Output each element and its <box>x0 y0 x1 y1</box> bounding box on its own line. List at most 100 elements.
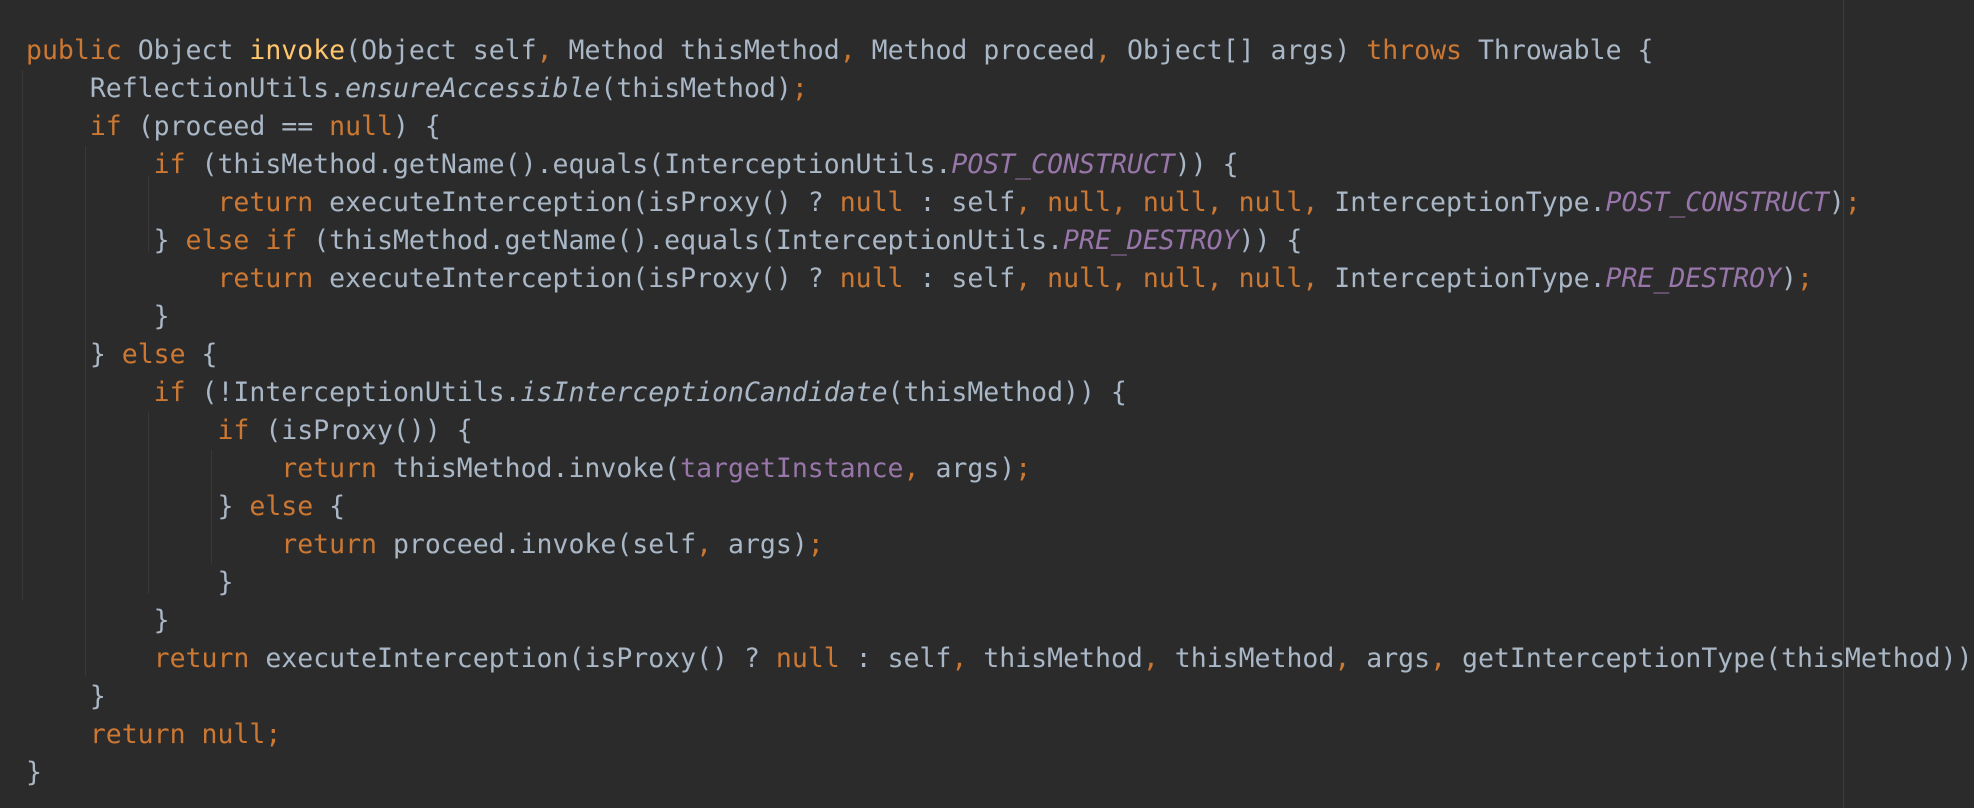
code-token: throws <box>1366 35 1478 66</box>
code-token: , <box>696 529 729 560</box>
code-token: Object[] args) <box>1126 35 1367 66</box>
code-token: )) { <box>1174 149 1239 180</box>
code-token: if <box>26 149 202 180</box>
code-token: Method thisMethod <box>568 35 840 66</box>
code-token: thisMethod <box>983 643 1143 674</box>
code-line[interactable]: } <box>26 298 1974 336</box>
code-token: : self <box>855 643 952 674</box>
code-token: } <box>26 681 106 712</box>
code-token: getInterceptionType(thisMethod)) <box>1462 643 1973 674</box>
code-token: } <box>26 567 234 598</box>
code-token: else <box>249 491 330 522</box>
code-token: isInterceptionCandidate <box>520 377 888 408</box>
code-line[interactable]: } else { <box>26 336 1974 374</box>
code-token: } <box>26 339 122 370</box>
code-token: executeInterception(isProxy() ? <box>265 643 776 674</box>
code-line[interactable]: return proceed.invoke(self, args); <box>26 526 1974 564</box>
code-token: (thisMethod.getName().equals(Interceptio… <box>201 149 952 180</box>
code-area[interactable]: public Object invoke(Object self, Method… <box>26 32 1974 792</box>
code-token: } <box>26 491 250 522</box>
code-token: ) <box>1781 263 1797 294</box>
code-token: } <box>26 757 42 788</box>
code-token: POST_CONSTRUCT <box>1605 187 1829 218</box>
code-line[interactable]: if (proceed == null) { <box>26 108 1974 146</box>
code-line[interactable]: } else if (thisMethod.getName().equals(I… <box>26 222 1974 260</box>
code-token: Object <box>137 35 250 66</box>
code-token: ) <box>1828 187 1845 218</box>
code-line[interactable]: if (thisMethod.getName().equals(Intercep… <box>26 146 1974 184</box>
code-token: return <box>26 187 330 218</box>
code-line[interactable]: } <box>26 678 1974 716</box>
code-token: ensureAccessible <box>345 73 601 104</box>
code-token: , <box>1142 643 1175 674</box>
code-token: thisMethod <box>1174 643 1335 674</box>
code-line[interactable]: return executeInterception(isProxy() ? n… <box>26 184 1974 222</box>
code-token: (proceed == <box>137 111 330 142</box>
code-token: executeInterception(isProxy() ? <box>329 187 840 218</box>
code-token: executeInterception(isProxy() ? <box>329 263 840 294</box>
code-token: : self <box>919 187 1016 218</box>
code-token: )) { <box>1238 225 1303 256</box>
code-token: { <box>201 339 218 370</box>
code-line[interactable]: if (!InterceptionUtils.isInterceptionCan… <box>26 374 1974 412</box>
code-token: PRE_DESTROY <box>1605 263 1782 294</box>
code-line[interactable]: ReflectionUtils.ensureAccessible(thisMet… <box>26 70 1974 108</box>
code-token: , <box>839 35 872 66</box>
code-token: if <box>26 415 266 446</box>
code-line[interactable]: return executeInterception(isProxy() ? n… <box>26 260 1974 298</box>
code-token: else if <box>185 225 314 256</box>
code-token: , <box>1430 643 1462 674</box>
code-line[interactable]: } <box>26 564 1974 602</box>
code-token: { <box>329 491 346 522</box>
code-token: , <box>903 453 936 484</box>
code-token: (isProxy()) { <box>265 415 473 446</box>
code-token: , <box>951 643 984 674</box>
code-line[interactable]: } else { <box>26 488 1974 526</box>
code-token: InterceptionType. <box>1334 263 1606 294</box>
code-editor[interactable]: public Object invoke(Object self, Method… <box>0 0 1974 808</box>
code-token: } <box>26 301 170 332</box>
code-line[interactable]: return null; <box>26 716 1974 754</box>
code-token: PRE_DESTROY <box>1063 225 1239 256</box>
code-token: (Object self <box>345 35 537 66</box>
code-token: ) { <box>392 111 441 142</box>
code-token: args <box>1366 643 1431 674</box>
code-token: return null; <box>26 719 282 750</box>
code-token: if <box>26 377 202 408</box>
code-token: return <box>26 453 393 484</box>
code-token: (thisMethod)) { <box>887 377 1127 408</box>
code-line[interactable]: if (isProxy()) { <box>26 412 1974 450</box>
code-token: targetInstance <box>680 453 904 484</box>
code-token: null <box>839 187 920 218</box>
code-token: (!InterceptionUtils. <box>201 377 521 408</box>
code-token: null <box>329 111 393 142</box>
code-token: ; <box>1015 453 1032 484</box>
code-token: if <box>26 111 138 142</box>
code-token: InterceptionType. <box>1334 187 1606 218</box>
code-token: ; <box>1797 263 1813 294</box>
code-token: , <box>1334 643 1367 674</box>
code-token: null <box>775 643 856 674</box>
code-token: (thisMethod) <box>600 73 792 104</box>
code-token: , <box>1095 35 1127 66</box>
code-token: args) <box>728 529 808 560</box>
code-line[interactable]: return thisMethod.invoke(targetInstance,… <box>26 450 1974 488</box>
code-token: , <box>536 35 569 66</box>
code-token: } <box>26 605 170 636</box>
code-token: return <box>26 643 266 674</box>
code-token: (thisMethod.getName().equals(Interceptio… <box>313 225 1064 256</box>
code-line[interactable]: public Object invoke(Object self, Method… <box>26 32 1974 70</box>
code-line[interactable]: } <box>26 602 1974 640</box>
code-line[interactable]: return executeInterception(isProxy() ? n… <box>26 640 1974 678</box>
code-token: Throwable { <box>1477 35 1654 66</box>
code-token: args) <box>935 453 1016 484</box>
code-token: public <box>26 35 138 66</box>
code-token: , null, null, null, <box>1015 263 1335 294</box>
code-token: else <box>121 339 202 370</box>
code-token: } <box>26 225 186 256</box>
indent-guide <box>22 70 23 600</box>
code-token: proceed.invoke(self <box>392 529 697 560</box>
code-token: ; <box>807 529 824 560</box>
code-line[interactable]: } <box>26 754 1974 792</box>
code-token: Method proceed <box>871 35 1096 66</box>
